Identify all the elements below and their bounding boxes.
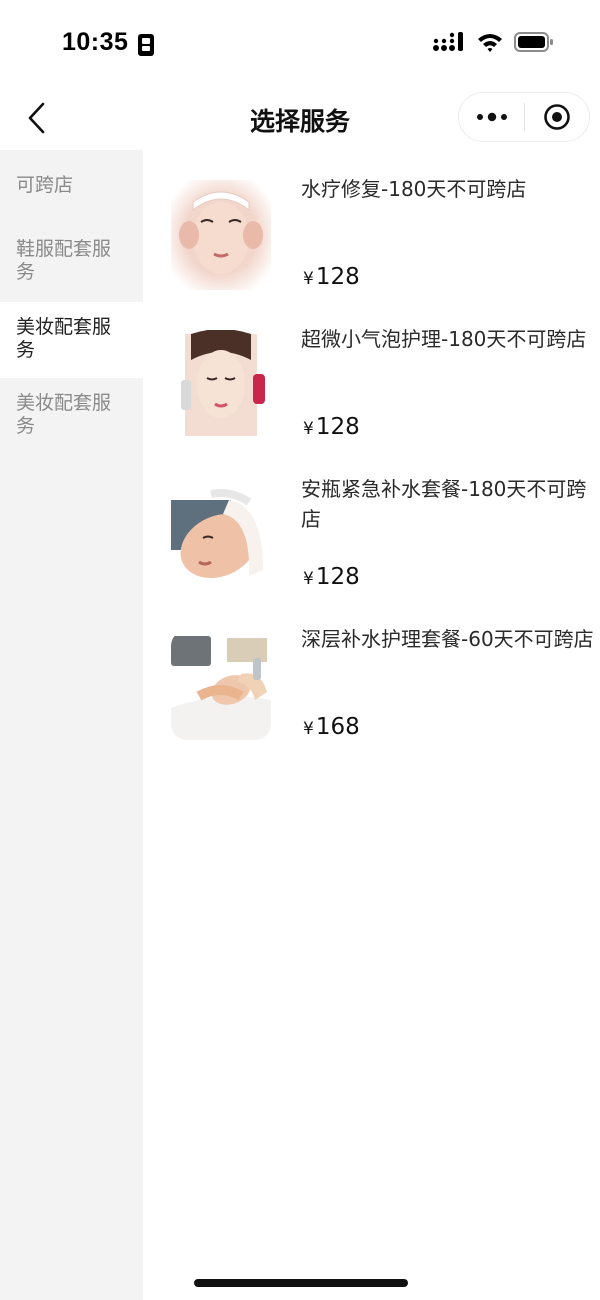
sidebar-item-beauty-service-active[interactable]: 美妆配套服务 xyxy=(0,302,143,378)
product-name: 超微小气泡护理-180天不可跨店 xyxy=(301,327,587,351)
product-price: ¥128 xyxy=(303,264,360,290)
status-bar: 10:35 xyxy=(0,0,600,90)
product-name: 水疗修复-180天不可跨店 xyxy=(301,177,527,201)
battery-icon xyxy=(514,31,554,57)
sidebar-item-shoe-clothing-service[interactable]: 鞋服配套服务 xyxy=(0,238,143,302)
product-image xyxy=(171,480,271,590)
sidebar-item-label: 可跨店 xyxy=(16,174,74,196)
product-card[interactable]: 水疗修复-180天不可跨店 ¥128 xyxy=(143,150,600,300)
product-card[interactable]: 超微小气泡护理-180天不可跨店 ¥128 xyxy=(143,300,600,450)
status-indicators xyxy=(432,30,554,58)
home-indicator xyxy=(194,1279,408,1287)
product-image xyxy=(171,330,271,440)
currency-symbol: ¥ xyxy=(303,269,314,289)
price-value: 128 xyxy=(315,264,360,290)
price-value: 128 xyxy=(315,564,360,590)
currency-symbol: ¥ xyxy=(303,719,314,739)
product-image xyxy=(171,180,271,290)
mini-program-capsule xyxy=(458,92,590,142)
cellular-signal-icon xyxy=(432,31,466,57)
target-circle-icon xyxy=(544,104,570,130)
more-button[interactable] xyxy=(459,93,524,141)
product-price: ¥168 xyxy=(303,714,360,740)
category-sidebar: 可跨店 鞋服配套服务 美妆配套服务 美妆配套服务 xyxy=(0,150,143,1300)
currency-symbol: ¥ xyxy=(303,419,314,439)
product-image xyxy=(171,630,271,740)
sidebar-item-cross-store[interactable]: 可跨店 xyxy=(0,174,143,234)
product-price: ¥128 xyxy=(303,564,360,590)
more-dots-icon xyxy=(476,112,507,122)
price-value: 128 xyxy=(315,414,360,440)
product-name: 深层补水护理套餐-60天不可跨店 xyxy=(301,627,594,651)
navigation-bar: 选择服务 xyxy=(0,90,600,150)
status-time: 10:35 xyxy=(62,28,129,56)
price-value: 168 xyxy=(315,714,360,740)
sidebar-item-beauty-service[interactable]: 美妆配套服务 xyxy=(0,378,143,458)
product-price: ¥128 xyxy=(303,414,360,440)
wifi-icon xyxy=(476,31,504,57)
product-card[interactable]: 安瓶紧急补水套餐-180天不可跨店 ¥128 xyxy=(143,450,600,600)
sim-card-icon xyxy=(138,34,154,56)
sidebar-item-label: 美妆配套服务 xyxy=(16,316,112,361)
product-card[interactable]: 深层补水护理套餐-60天不可跨店 ¥168 xyxy=(143,600,600,750)
product-name: 安瓶紧急补水套餐-180天不可跨店 xyxy=(301,477,587,531)
currency-symbol: ¥ xyxy=(303,569,314,589)
sidebar-item-label: 美妆配套服务 xyxy=(16,392,112,437)
close-mini-program-button[interactable] xyxy=(525,93,589,141)
sidebar-item-label: 鞋服配套服务 xyxy=(16,238,112,283)
